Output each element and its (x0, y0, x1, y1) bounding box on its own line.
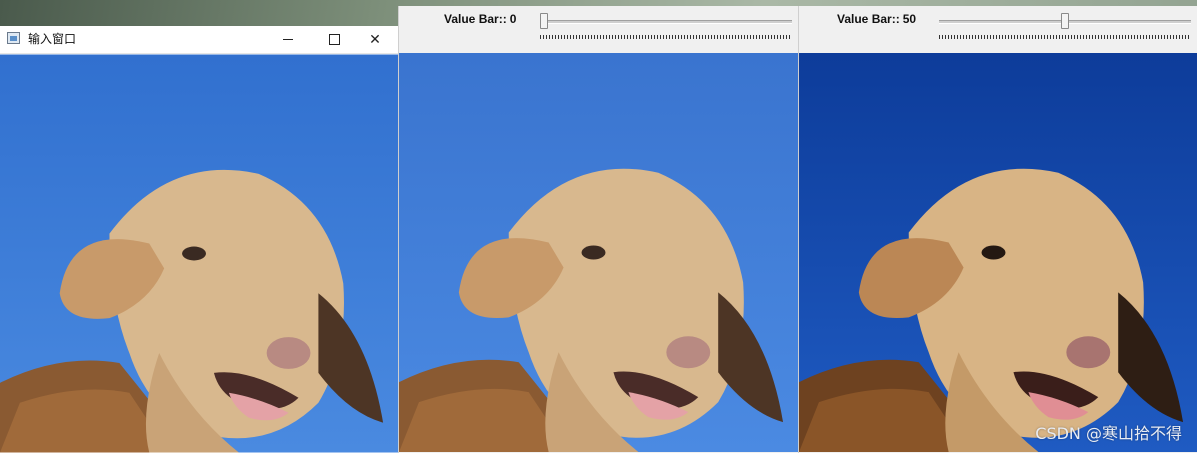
minimize-button[interactable] (265, 26, 311, 53)
trackbar-ticks (540, 35, 792, 39)
sheep-photo-svg (0, 54, 398, 453)
trackbar-name: Value Bar:: (837, 12, 900, 26)
sheep-photo-svg (399, 53, 798, 452)
maximize-icon (328, 34, 340, 45)
trackbar-value: 50 (902, 12, 917, 26)
maximize-button[interactable] (311, 26, 357, 53)
trackbar-thumb[interactable] (1061, 13, 1069, 29)
trackbar-track[interactable] (540, 20, 792, 24)
sheep-photo-svg (799, 53, 1197, 452)
trackbar-window-zero: Value Bar:: 0 (398, 6, 798, 453)
trackbar-thumb[interactable] (540, 13, 548, 29)
title-bar[interactable]: 输入窗口 ✕ (0, 26, 398, 54)
close-button[interactable]: ✕ (352, 26, 398, 53)
sheep-image-original (0, 54, 398, 453)
trackbar-label: Value Bar:: 0 (444, 12, 516, 26)
trackbar-label: Value Bar:: 50 (837, 12, 916, 26)
sheep-image-value-50 (799, 52, 1197, 453)
trackbar-name: Value Bar:: (444, 12, 507, 26)
window-title: 输入窗口 (28, 32, 77, 46)
sheep-image-value-0 (399, 52, 798, 453)
trackbar-value: 0 (509, 12, 517, 26)
trackbar-ticks (939, 35, 1191, 39)
watermark-text: CSDN @寒山拾不得 (1035, 424, 1182, 443)
trackbar-window-fifty: Value Bar:: 50 CSDN @寒山拾不得 (798, 6, 1197, 453)
close-icon: ✕ (369, 31, 381, 47)
opencv-window-icon (7, 32, 20, 44)
input-window: 输入窗口 ✕ (0, 26, 398, 453)
minimize-icon (283, 39, 293, 40)
